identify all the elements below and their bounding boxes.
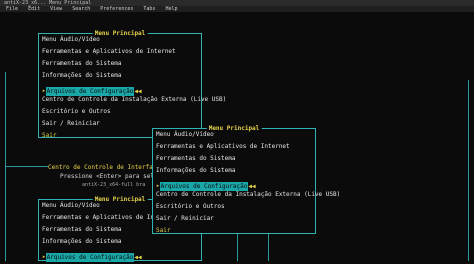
menu-item-audio-video[interactable]: Menu Áudio/Vídeo — [42, 34, 198, 46]
menu-item-config-files-row[interactable]: ➤Arquivos de Configuração◀◀ — [156, 177, 312, 191]
menu-item-exit[interactable]: Sair — [156, 225, 312, 237]
menu-item-system-tools[interactable]: Ferramentas do Sistema — [42, 58, 198, 70]
menu-item-internet-tools[interactable]: Ferramentas e Aplicativos de Internet — [42, 46, 198, 58]
border-line — [5, 166, 48, 167]
main-menu-dialog-2: Menu Principal Menu Áudio/Vídeo Ferramen… — [152, 125, 340, 237]
menu-item-office[interactable]: Escritório e Outros — [156, 201, 312, 213]
menu-item-live-usb[interactable]: Centro de Controle da Instalação Externa… — [156, 189, 340, 201]
menu-item-audio-video[interactable]: Menu Áudio/Vídeo — [156, 129, 312, 141]
menu-item-system-info[interactable]: Informações do Sistema — [42, 70, 198, 82]
menu-item-system-info[interactable]: Informações do Sistema — [42, 236, 198, 248]
main-menu-dialog-1: Menu Principal Menu Áudio/Vídeo Ferramen… — [38, 30, 226, 139]
menu-item-office[interactable]: Escritório e Outros — [42, 106, 198, 118]
border-line — [468, 80, 469, 261]
menu-item-system-tools[interactable]: Ferramentas do Sistema — [156, 153, 312, 165]
menu-item-config-files-row[interactable]: ➤Arquivos de Configuração◀◀ — [42, 248, 198, 262]
menu-item-config-files-row[interactable]: ➤Arquivos de Configuração◀◀ — [42, 82, 198, 96]
menu-item-system-info[interactable]: Informações do Sistema — [156, 165, 312, 177]
menu-item-exit-restart[interactable]: Sair / Reiniciar — [156, 213, 312, 225]
selection-arrow-right-icon: ◀◀ — [134, 254, 142, 261]
menu-item-internet-tools[interactable]: Ferramentas e Aplicativos de Internet — [156, 141, 312, 153]
menu-item-live-usb[interactable]: Centro de Controle da Instalação Externa… — [42, 94, 226, 106]
background-version: antiX-23_x64-full bra — [82, 182, 146, 188]
